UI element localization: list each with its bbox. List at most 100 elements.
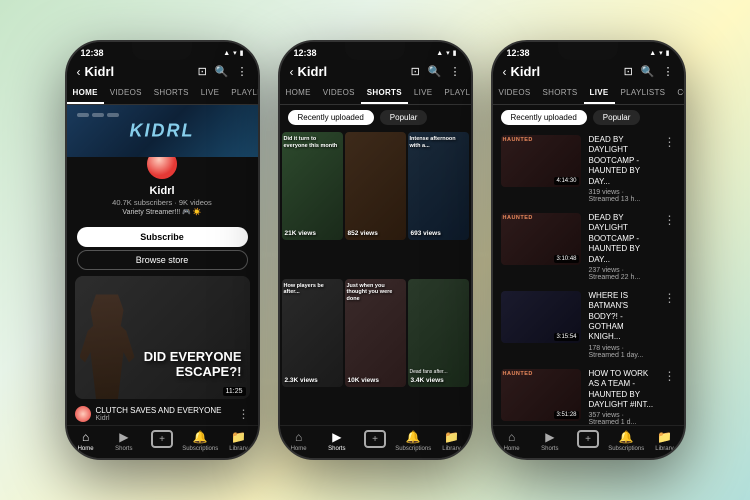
- duration-4: 3:51:28: [554, 411, 578, 419]
- shorts-grid: Did it turn to everyone this month 21K v…: [280, 130, 471, 425]
- duration-1: 4:14:30: [554, 177, 578, 185]
- bottom-nav-create[interactable]: +: [143, 430, 181, 452]
- back-button-1[interactable]: ‹: [77, 65, 81, 79]
- bottom-nav-library[interactable]: 📁 Library: [219, 430, 257, 452]
- bottom3-library[interactable]: 📁 Library: [645, 430, 683, 452]
- phone-1: 12:38 ▲ ▾ ▮ ‹ Kidrl ⊡ 🔍 ⋮ HOME: [65, 40, 260, 460]
- tab-live[interactable]: LIVE: [195, 83, 226, 104]
- channel-banner: KiDRL: [67, 105, 258, 157]
- tab-shorts[interactable]: SHORTS: [148, 83, 195, 104]
- subscriptions-label: Subscriptions: [182, 446, 218, 452]
- bottom2-subscriptions[interactable]: 🔔 Subscriptions: [394, 430, 432, 452]
- subscribe-button[interactable]: Subscribe: [77, 227, 248, 247]
- tab-playlists[interactable]: PLAYLI…: [225, 83, 257, 104]
- video-more-3[interactable]: ⋮: [664, 291, 676, 305]
- list-item-3[interactable]: 3:15:54 WHERE IS BATMAN'S BODY?! - GOTHA…: [493, 286, 684, 364]
- short-item-4[interactable]: How players be after... 2.3K views: [282, 279, 343, 387]
- channel-description: Variety Streamer!!! 🎮 ☀️: [122, 208, 201, 216]
- tab-videos[interactable]: VIDEOS: [104, 83, 148, 104]
- video-more-1[interactable]: ⋮: [664, 135, 676, 149]
- short-item-2[interactable]: 852 views: [345, 132, 406, 240]
- subscriptions-icon: 🔔: [193, 430, 208, 444]
- tab3-shorts[interactable]: SHORTS: [537, 83, 584, 104]
- search-icon-3[interactable]: 🔍: [641, 65, 655, 78]
- back-button-2[interactable]: ‹: [290, 65, 294, 79]
- bottom-nav-3: ⌂ Home ▶ Shorts + 🔔 Subscriptions 📁 Libr…: [493, 425, 684, 458]
- list-item-2[interactable]: HAUNTED 3:10:48 DEAD BY DAYLIGHT BOOTCAM…: [493, 208, 684, 286]
- channel-title-1: Kidrl: [85, 64, 198, 79]
- more-icon-3[interactable]: ⋮: [663, 65, 674, 78]
- video-title-3: WHERE IS BATMAN'S BODY?! - GOTHAM KNIGH.…: [589, 291, 656, 343]
- featured-video[interactable]: DID EVERYONE ESCAPE?! 11:25: [75, 276, 250, 399]
- bottom2-shorts[interactable]: ▶ Shorts: [318, 430, 356, 452]
- bottom-nav-2: ⌂ Home ▶ Shorts + 🔔 Subscriptions 📁 Libr…: [280, 425, 471, 458]
- filter-popular[interactable]: Popular: [380, 110, 428, 125]
- shorts-nav-icon: ▶: [119, 430, 128, 444]
- short-item-1[interactable]: Did it turn to everyone this month 21K v…: [282, 132, 343, 240]
- video-meta-3: 178 views · Streamed 1 day...: [589, 345, 656, 359]
- short-views-5: 10K views: [348, 377, 379, 384]
- short-item-6[interactable]: Dead fans after... 3.4K views: [408, 279, 469, 387]
- list-item-4[interactable]: HAUNTED 3:51:28 HOW TO WORK AS A TEAM - …: [493, 364, 684, 425]
- video-more-4[interactable]: ⋮: [664, 369, 676, 383]
- signal-icon: ▲: [223, 50, 230, 57]
- tab2-home[interactable]: HOME: [280, 83, 317, 104]
- channel-stats: 40.7K subscribers · 9K videos: [112, 198, 212, 207]
- home-label-2: Home: [291, 446, 307, 452]
- browse-store-button[interactable]: Browse store: [77, 250, 248, 270]
- bottom3-home[interactable]: ⌂ Home: [493, 430, 531, 452]
- phone-frame-2: 12:38 ▲ ▾ ▮ ‹ Kidrl ⊡ 🔍 ⋮ HOME: [278, 40, 473, 460]
- more-icon[interactable]: ⋮: [237, 65, 248, 78]
- bottom-nav-home[interactable]: ⌂ Home: [67, 430, 105, 452]
- bottom2-create[interactable]: +: [356, 430, 394, 452]
- short-item-3[interactable]: Intense afternoon with a... 693 views: [408, 132, 469, 240]
- nav-header-2: ‹ Kidrl ⊡ 🔍 ⋮: [280, 60, 471, 83]
- short-views-4: 2.3K views: [285, 377, 318, 384]
- video-more-2[interactable]: ⋮: [664, 213, 676, 227]
- search-icon-2[interactable]: 🔍: [428, 65, 442, 78]
- tab3-videos[interactable]: VIDEOS: [493, 83, 537, 104]
- nav-icons-2: ⊡ 🔍 ⋮: [411, 65, 461, 78]
- shorts-label-2: Shorts: [328, 446, 345, 452]
- video-list: HAUNTED 4:14:30 DEAD BY DAYLIGHT BOOTCAM…: [493, 130, 684, 425]
- shorts-label-3: Shorts: [541, 446, 558, 452]
- more-icon-2[interactable]: ⋮: [450, 65, 461, 78]
- tab3-playlists[interactable]: PLAYLISTS: [615, 83, 672, 104]
- tab2-live[interactable]: LIVE: [408, 83, 439, 104]
- bottom3-shorts[interactable]: ▶ Shorts: [531, 430, 569, 452]
- bottom3-create[interactable]: +: [569, 430, 607, 452]
- tab2-videos[interactable]: VIDEOS: [317, 83, 361, 104]
- library-icon-3: 📁: [657, 430, 672, 444]
- bottom2-library[interactable]: 📁 Library: [432, 430, 470, 452]
- list-item-1[interactable]: HAUNTED 4:14:30 DEAD BY DAYLIGHT BOOTCAM…: [493, 130, 684, 208]
- bottom3-subscriptions[interactable]: 🔔 Subscriptions: [607, 430, 645, 452]
- tab2-shorts[interactable]: SHORTS: [361, 83, 408, 104]
- short-text-5: Just when you thought you were done: [347, 283, 404, 303]
- tab-home[interactable]: HOME: [67, 83, 104, 104]
- video-more-icon[interactable]: ⋮: [238, 407, 250, 421]
- short-text-3: Intense afternoon with a...: [410, 136, 467, 149]
- duration-3: 3:15:54: [554, 333, 578, 341]
- bottom-nav-subscriptions[interactable]: 🔔 Subscriptions: [181, 430, 219, 452]
- screen-3: 12:38 ▲ ▾ ▮ ‹ Kidrl ⊡ 🔍 ⋮ VIDEOS: [493, 42, 684, 458]
- video-meta-text: CLUTCH SAVES AND EVERYONE Kidrl: [96, 406, 238, 422]
- filter-recent[interactable]: Recently uploaded: [288, 110, 374, 125]
- live-filter-popular[interactable]: Popular: [593, 110, 641, 125]
- bottom2-home[interactable]: ⌂ Home: [280, 430, 318, 452]
- live-filter-recent[interactable]: Recently uploaded: [501, 110, 587, 125]
- tab-bar-3: VIDEOS SHORTS LIVE PLAYLISTS COMMU…: [493, 83, 684, 105]
- back-button-3[interactable]: ‹: [503, 65, 507, 79]
- search-icon[interactable]: 🔍: [215, 65, 229, 78]
- banner-channel-name: KiDRL: [130, 121, 195, 142]
- cast-icon[interactable]: ⊡: [198, 65, 207, 78]
- cast-icon-3[interactable]: ⊡: [624, 65, 633, 78]
- video-title-1: DEAD BY DAYLIGHT BOOTCAMP - HAUNTED BY D…: [589, 135, 656, 187]
- short-item-5[interactable]: Just when you thought you were done 10K …: [345, 279, 406, 387]
- cast-icon-2[interactable]: ⊡: [411, 65, 420, 78]
- tab3-community[interactable]: COMMU…: [671, 83, 683, 104]
- short-text-6: Dead fans after...: [410, 369, 467, 375]
- subscriptions-icon-3: 🔔: [619, 430, 634, 444]
- tab2-playlists[interactable]: PLAYLI…: [438, 83, 470, 104]
- tab3-live[interactable]: LIVE: [584, 83, 615, 104]
- bottom-nav-shorts[interactable]: ▶ Shorts: [105, 430, 143, 452]
